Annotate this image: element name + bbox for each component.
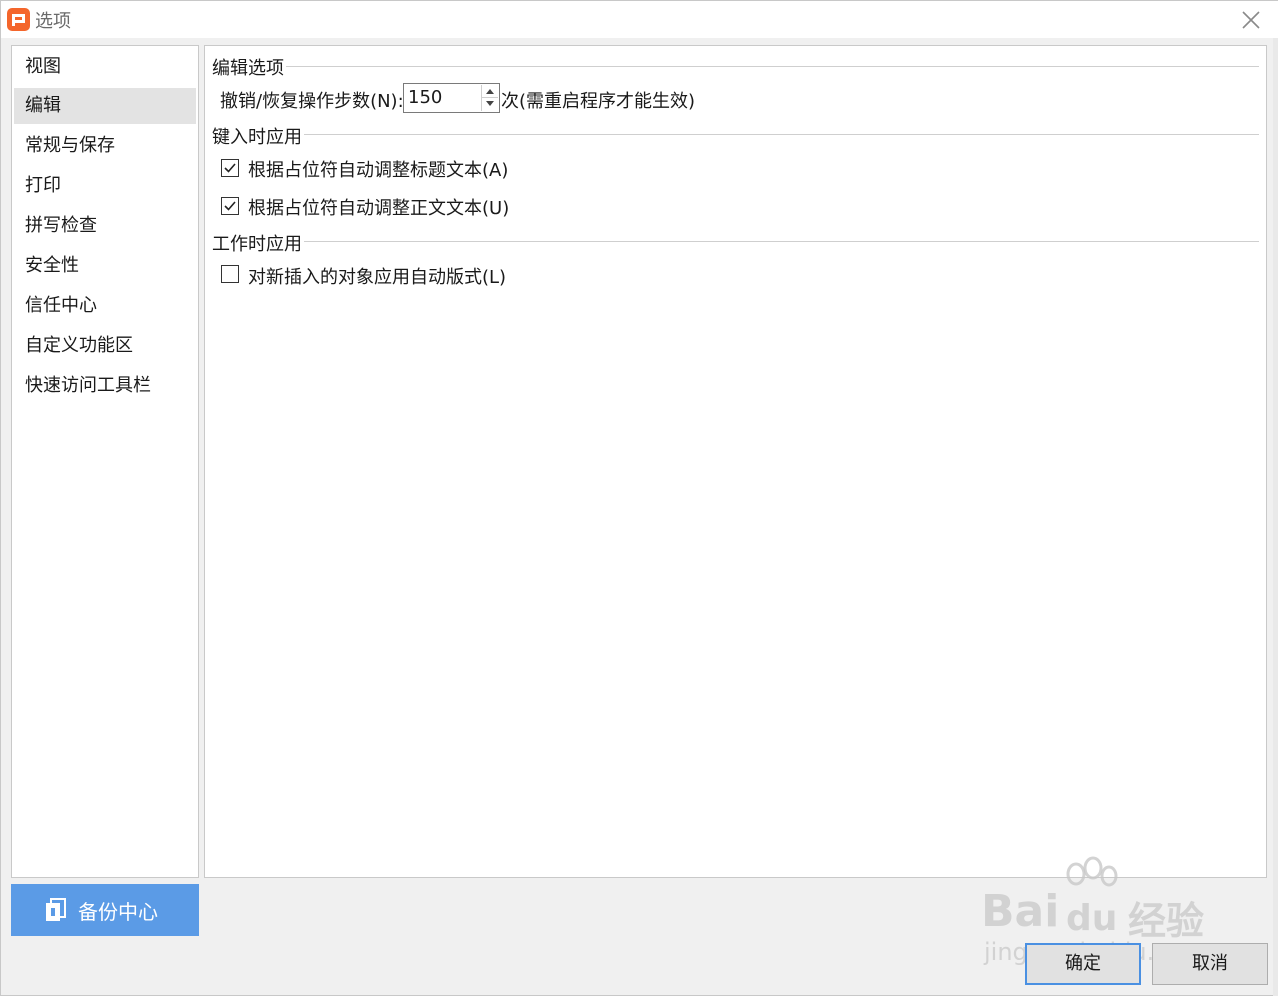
wps-presentation-app-icon	[7, 8, 30, 31]
section-title-apply-as-type: 键入时应用	[212, 123, 304, 149]
nav-item-customize-ribbon[interactable]: 自定义功能区	[14, 328, 196, 364]
options-dialog: 选项 视图 编辑 常规与保存 打印 拼写检查 安全性 信任中心 自定义功能区 快…	[0, 0, 1278, 996]
backup-icon	[46, 898, 66, 921]
autofit-title-checkbox[interactable]	[221, 159, 239, 177]
close-button[interactable]	[1233, 5, 1269, 35]
nav-item-general-save[interactable]: 常规与保存	[14, 128, 196, 164]
auto-layout-checkbox[interactable]	[221, 265, 239, 283]
autofit-body-label[interactable]: 根据占位符自动调整正文文本(U)	[248, 194, 509, 220]
nav-item-security[interactable]: 安全性	[14, 248, 196, 284]
edit-options-panel: 编辑选项 撤销/恢复操作步数(N): 150 次(需重启程序才能生效) 键入时应…	[204, 45, 1267, 878]
watermark-brand2: du	[1066, 898, 1118, 939]
nav-item-print[interactable]: 打印	[14, 168, 196, 204]
nav-item-quick-access-toolbar[interactable]: 快速访问工具栏	[14, 368, 196, 404]
spin-down-button[interactable]	[482, 98, 498, 111]
nav-item-edit[interactable]: 编辑	[14, 88, 196, 124]
watermark-cn: 经验	[1128, 899, 1205, 943]
backup-center-button[interactable]: 备份中心	[11, 884, 199, 936]
section-divider	[303, 134, 1259, 135]
backup-center-label: 备份中心	[78, 900, 158, 924]
auto-layout-label[interactable]: 对新插入的对象应用自动版式(L)	[248, 263, 506, 289]
ok-button[interactable]: 确定	[1025, 943, 1141, 985]
options-category-list: 视图 编辑 常规与保存 打印 拼写检查 安全性 信任中心 自定义功能区 快速访问…	[11, 45, 199, 878]
cancel-button[interactable]: 取消	[1152, 943, 1268, 985]
window-edge	[1273, 38, 1278, 996]
watermark-brand: Bai	[981, 886, 1060, 937]
undo-steps-label: 撤销/恢复操作步数(N):	[220, 91, 404, 112]
undo-steps-value[interactable]: 150	[408, 87, 442, 108]
undo-steps-suffix: 次(需重启程序才能生效)	[501, 91, 696, 112]
checkmark-icon	[224, 163, 236, 173]
window-title: 选项	[35, 11, 71, 32]
section-title-apply-as-work: 工作时应用	[212, 230, 304, 256]
spin-up-button[interactable]	[482, 85, 498, 98]
title-bar: 选项	[1, 1, 1278, 38]
close-icon	[1242, 11, 1260, 29]
checkmark-icon	[224, 201, 236, 211]
autofit-title-label[interactable]: 根据占位符自动调整标题文本(A)	[248, 156, 508, 182]
section-divider	[303, 241, 1259, 242]
undo-steps-spinbox[interactable]: 150	[403, 83, 500, 113]
autofit-body-checkbox[interactable]	[221, 197, 239, 215]
section-divider	[285, 66, 1259, 67]
nav-item-view[interactable]: 视图	[14, 49, 196, 85]
nav-item-trust-center[interactable]: 信任中心	[14, 288, 196, 324]
spin-buttons	[481, 85, 498, 111]
section-title-edit-options: 编辑选项	[212, 54, 286, 80]
nav-item-spell-check[interactable]: 拼写检查	[14, 208, 196, 244]
